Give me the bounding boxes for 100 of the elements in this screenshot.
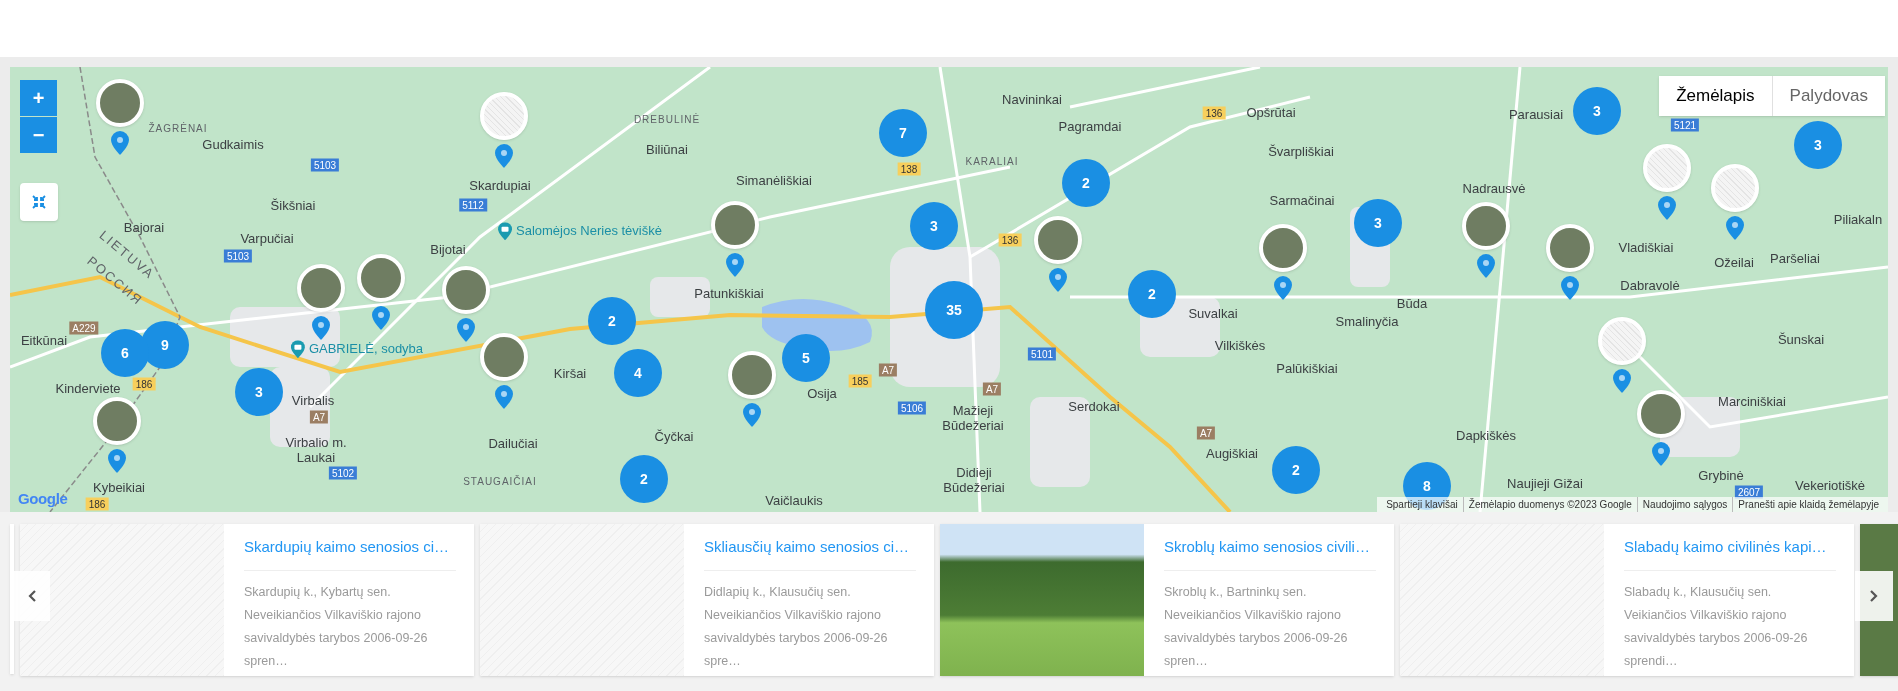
photo-placeholder[interactable] <box>442 266 490 314</box>
map-pin-icon[interactable] <box>495 144 513 168</box>
card-title[interactable]: Skliausčių kaimo senosios ci… <box>704 536 916 558</box>
cluster-marker[interactable]: 4 <box>614 349 662 397</box>
map-pin-icon[interactable] <box>1613 369 1631 393</box>
map-pin-icon[interactable] <box>1658 196 1676 220</box>
place-name: Vaičlaukis <box>765 492 823 508</box>
place-name: Gudkaimis <box>202 136 264 152</box>
cluster-marker[interactable]: 3 <box>1794 121 1842 169</box>
cluster-marker[interactable]: 7 <box>879 109 927 157</box>
place-name: Palūkiškiai <box>1276 360 1338 376</box>
cluster-marker[interactable]: 9 <box>141 321 189 369</box>
map-pin-icon[interactable] <box>312 316 330 340</box>
card-description: Didlapių k., Klausučių sen. Neveikiančios Vilkaviškio rajono savivaldybės tarybos 2006-09-26 spre… <box>704 584 889 670</box>
result-card[interactable]: Skliausčių kaimo senosios ci… Didlapių k., Klausučių sen. Neveikiančios Vilkaviškio rajono savivaldybės tarybos 2006-09-26 spre… <box>480 524 934 676</box>
place-name: Marciniškiai <box>1718 393 1786 409</box>
road-number: 5121 <box>1670 118 1700 132</box>
place-name: Kinderviete <box>55 380 121 396</box>
photo-placeholder[interactable] <box>1034 216 1082 264</box>
card-description: Slabadų k., Klausučių sen. Veikiančios Vilkaviškio rajono savivaldybės tarybos 2006-09-26 sprendi… <box>1624 584 1809 670</box>
place-name: Parausiai <box>1508 106 1564 122</box>
map-pin-icon[interactable] <box>457 318 475 342</box>
photo-placeholder[interactable] <box>93 397 141 445</box>
map-type-tab[interactable]: Palydovas <box>1771 76 1885 116</box>
photo-placeholder[interactable] <box>728 351 776 399</box>
photo-placeholder[interactable] <box>480 333 528 381</box>
road-number: 5106 <box>897 401 927 415</box>
area-name: STAUGAIČIAI <box>463 474 537 489</box>
card-title[interactable]: Skroblų kaimo senosios civili… <box>1164 536 1376 558</box>
place-name: Vilkiškės <box>1214 337 1266 353</box>
place-name: Čyčkai <box>654 428 694 444</box>
map-pin-icon[interactable] <box>1477 254 1495 278</box>
photo-placeholder[interactable] <box>96 79 144 127</box>
place-name: Virbalis <box>291 392 335 408</box>
map-pin-icon[interactable] <box>743 403 761 427</box>
cluster-marker[interactable]: 2 <box>1128 270 1176 318</box>
map-pin-icon[interactable] <box>108 449 126 473</box>
cluster-marker[interactable]: 2 <box>588 297 636 345</box>
place-name: Didieji Būdežeriai <box>942 465 1006 495</box>
map-pin-icon[interactable] <box>1049 268 1067 292</box>
place-name: Švarpliškiai <box>1268 143 1334 159</box>
cluster-marker[interactable]: 6 <box>101 329 149 377</box>
camera-pin-icon <box>498 222 512 240</box>
result-card[interactable]: Skroblų kaimo senosios civili… Skroblų k., Bartninkų sen. Neveikiančios Vilkaviškio rajono savivaldybės tarybos 2006-09-26 spren… <box>940 524 1394 676</box>
point-of-interest[interactable]: GABRIELĖ, sodyba <box>308 339 424 359</box>
place-name: Patunkiškiai <box>694 285 764 301</box>
road-number: 5101 <box>1027 347 1057 361</box>
card-title[interactable]: Slabadų kaimo civilinės kapi… <box>1624 536 1836 558</box>
image-placeholder[interactable] <box>1643 144 1691 192</box>
place-name: Vekeriotiškė <box>1794 477 1866 493</box>
image-placeholder[interactable] <box>480 92 528 140</box>
cluster-marker[interactable]: 3 <box>1573 87 1621 135</box>
map-pin-icon[interactable] <box>726 253 744 277</box>
map-pin-icon[interactable] <box>1561 276 1579 300</box>
map-pin-icon[interactable] <box>111 131 129 155</box>
place-name: Skardupiai <box>469 177 531 193</box>
photo-placeholder[interactable] <box>1462 202 1510 250</box>
map-logo: Google <box>18 488 68 509</box>
result-card[interactable]: Slabadų kaimo civilinės kapi… Slabadų k., Klausučių sen. Veikiančios Vilkaviškio rajono savivaldybės tarybos 2006-09-26 sprendi… <box>1400 524 1854 676</box>
zoom-in-button[interactable]: + <box>20 80 57 116</box>
map-pin-icon[interactable] <box>1274 276 1292 300</box>
photo-placeholder[interactable] <box>1259 224 1307 272</box>
card-title[interactable]: Skardupių kaimo senosios ci… <box>244 536 456 558</box>
road-number: 136 <box>998 233 1022 247</box>
image-placeholder[interactable] <box>1598 317 1646 365</box>
map-pin-icon[interactable] <box>372 306 390 330</box>
cluster-marker[interactable]: 2 <box>620 455 668 503</box>
place-name: Bijotai <box>430 241 466 257</box>
photo-placeholder[interactable] <box>1637 390 1685 438</box>
area-name: DREBULINĖ <box>633 112 701 127</box>
cluster-marker[interactable]: 3 <box>1354 199 1402 247</box>
image-placeholder[interactable] <box>1711 164 1759 212</box>
map-pin-icon[interactable] <box>1726 216 1744 240</box>
area-name: KARALIAI <box>965 154 1019 169</box>
chevron-left-icon <box>27 590 36 602</box>
place-name: Dabravolė <box>1620 277 1680 293</box>
map-pin-icon[interactable] <box>1652 442 1670 466</box>
photo-placeholder[interactable] <box>357 254 405 302</box>
place-name: Pagramdai <box>1058 118 1122 134</box>
road-number: 186 <box>132 377 156 391</box>
photo-placeholder[interactable] <box>1546 224 1594 272</box>
photo-placeholder[interactable] <box>297 264 345 312</box>
map-pin-icon[interactable] <box>495 385 513 409</box>
map-type-tab[interactable]: Žemėlapis <box>1659 76 1772 116</box>
road-number: A229 <box>69 321 99 335</box>
cluster-marker[interactable]: 2 <box>1272 446 1320 494</box>
place-name: Kiršai <box>553 365 587 381</box>
exit-fullscreen-button[interactable] <box>20 183 58 221</box>
place-name: Paršeliai <box>1770 250 1820 266</box>
point-of-interest[interactable]: Salomėjos Neries tėviškė <box>516 221 662 241</box>
cluster-marker[interactable]: 5 <box>782 334 830 382</box>
zoom-out-button[interactable]: − <box>20 117 57 153</box>
cluster-marker[interactable]: 2 <box>1062 159 1110 207</box>
photo-placeholder[interactable] <box>711 201 759 249</box>
place-name: Augiškiai <box>1206 445 1258 461</box>
place-name: Naujieji Gižai <box>1507 475 1583 491</box>
cluster-marker[interactable]: 3 <box>910 202 958 250</box>
chevron-right-icon <box>1870 590 1878 602</box>
result-card[interactable]: Skardupių kaimo senosios ci… Skardupių k., Kybartų sen. Neveikiančios Vilkaviškio rajono savivaldybės tarybos 2006-09-26 spren… <box>20 524 474 676</box>
cluster-marker[interactable]: 3 <box>235 368 283 416</box>
